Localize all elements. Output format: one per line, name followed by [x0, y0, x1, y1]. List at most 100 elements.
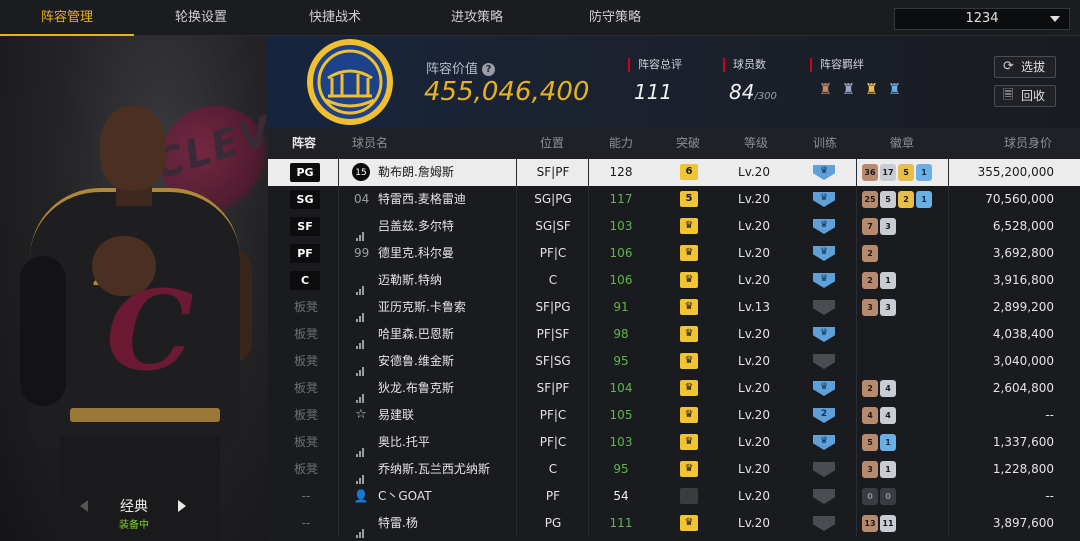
table-row[interactable]: 板凳 安德鲁.维金斯 SF|SG 95 ♛ Lv.20 ♛ 3,040,000 — [268, 348, 1080, 376]
player-worth: 2,899,200 — [992, 300, 1054, 314]
badge-count-bronze[interactable]: 7 — [862, 218, 878, 235]
synergy-icons: ♜ ♜ ♜ ♜ — [816, 80, 904, 99]
tab-offense-strategy[interactable]: 进攻策略 — [410, 0, 544, 36]
badge-count-dark[interactable]: 0 — [880, 488, 896, 505]
header-ability[interactable]: 能力 — [609, 128, 633, 159]
player-level: Lv.20 — [738, 327, 770, 341]
badge-count-silver[interactable]: 1 — [880, 272, 896, 289]
badge-count-blue[interactable]: 1 — [880, 434, 896, 451]
help-icon[interactable]: ? — [482, 63, 496, 76]
lineup-rating-label: 阵容总评 — [628, 58, 682, 72]
table-row[interactable]: PF 99 德里克.科尔曼 PF|C 106 ♛ Lv.20 ♛ 2 3,692,800 — [268, 240, 1080, 267]
tab-lineup-management[interactable]: 阵容管理 — [0, 0, 134, 36]
training-shield-icon[interactable]: ♛ — [813, 246, 835, 261]
badge-count-silver[interactable]: 11 — [880, 515, 896, 532]
header-worth[interactable]: 球员身价 — [1004, 128, 1052, 159]
badge-count-bronze[interactable]: 2 — [862, 380, 878, 397]
player-name[interactable]: 迈勒斯.特纳 — [378, 267, 442, 294]
header-breakthrough[interactable]: 突破 — [676, 128, 700, 159]
badge-count-bronze[interactable]: 2 — [862, 245, 878, 262]
player-name[interactable]: 特雷.杨 — [378, 510, 418, 537]
badge-count-silver[interactable]: 3 — [880, 299, 896, 316]
recycle-button[interactable]: 🗏 回收 — [994, 85, 1056, 107]
pick-button[interactable]: ⟳ 选拔 — [994, 56, 1056, 78]
badge-count-bronze[interactable]: 2 — [862, 272, 878, 289]
player-name[interactable]: 亚历克斯.卡鲁索 — [378, 294, 466, 321]
training-empty-shield-icon[interactable]: ♛ — [813, 300, 835, 315]
player-name[interactable]: 哈里森.巴恩斯 — [378, 321, 454, 348]
badge-count-dark[interactable]: 0 — [862, 488, 878, 505]
training-empty-shield-icon[interactable]: ♛ — [813, 516, 835, 531]
lineup-synergy-stat: 阵容羁绊 ♜ ♜ ♜ ♜ — [810, 58, 904, 99]
synergy-icon-3[interactable]: ♜ — [862, 80, 881, 99]
player-name[interactable]: 吕盖兹.多尔特 — [378, 213, 454, 240]
table-row[interactable]: 板凳 亚历克斯.卡鲁索 SF|PG 91 ♛ Lv.13 ♛ 3 3 2,899,200 — [268, 294, 1080, 322]
table-row[interactable]: C 迈勒斯.特纳 C 106 ♛ Lv.20 ♛ 2 1 3,916,800 — [268, 267, 1080, 295]
table-row[interactable]: -- 特雷.杨 PG 111 ♛ Lv.20 ♛ 13 11 3,897,600 — [268, 510, 1080, 538]
player-badges: 24 — [862, 380, 896, 397]
table-row[interactable]: 板凳 狄龙.布鲁克斯 SF|PF 104 ♛ Lv.20 ♛ 2 4 2,604,800 — [268, 375, 1080, 403]
player-name[interactable]: 特雷西.麦格雷迪 — [378, 186, 466, 213]
tab-rotation-settings[interactable]: 轮换设置 — [134, 0, 268, 36]
training-empty-shield-icon[interactable]: ♛ — [813, 354, 835, 369]
player-name[interactable]: 奥比.托平 — [378, 429, 430, 456]
header-level[interactable]: 等级 — [744, 128, 768, 159]
badge-count-silver[interactable]: 4 — [880, 407, 896, 424]
synergy-icon-2[interactable]: ♜ — [839, 80, 858, 99]
badge-count-gold[interactable]: 2 — [898, 191, 914, 208]
header-name[interactable]: 球员名 — [352, 128, 388, 159]
jersey-style-switcher: 经典 装备中 — [0, 496, 268, 541]
badge-count-bronze[interactable]: 36 — [862, 164, 878, 181]
training-shield-icon[interactable]: ♛ — [813, 219, 835, 234]
training-empty-shield-icon[interactable]: ♛ — [813, 462, 835, 477]
table-row[interactable]: 板凳 哈里森.巴恩斯 PF|SF 98 ♛ Lv.20 ♛ 4,038,400 — [268, 321, 1080, 349]
tab-quick-tactics[interactable]: 快捷战术 — [268, 0, 402, 36]
player-name[interactable]: 德里克.科尔曼 — [378, 240, 454, 267]
player-name[interactable]: 易建联 — [378, 402, 414, 429]
training-empty-shield-icon[interactable]: ♛ — [813, 489, 835, 504]
player-name[interactable]: 狄龙.布鲁克斯 — [378, 375, 454, 402]
badge-count-bronze[interactable]: 3 — [862, 461, 878, 478]
header-badges[interactable]: 徽章 — [890, 128, 914, 159]
badge-count-bronze[interactable]: 5 — [862, 434, 878, 451]
player-name[interactable]: 乔纳斯.瓦兰西尤纳斯 — [378, 456, 490, 483]
badge-count-bronze[interactable]: 3 — [862, 299, 878, 316]
synergy-icon-1[interactable]: ♜ — [816, 80, 835, 99]
training-level-shield[interactable]: 2 — [813, 408, 835, 423]
table-row[interactable]: SF 吕盖兹.多尔特 SG|SF 103 ♛ Lv.20 ♛ 7 3 6,528,000 — [268, 213, 1080, 241]
breakthrough-level-badge: 5 — [680, 191, 698, 207]
header-training[interactable]: 训练 — [813, 128, 837, 159]
badge-count-bronze[interactable]: 25 — [862, 191, 878, 208]
training-shield-icon[interactable]: ♛ — [813, 435, 835, 450]
badge-count-bronze[interactable]: 4 — [862, 407, 878, 424]
badge-count-silver[interactable]: 5 — [880, 191, 896, 208]
lineup-select[interactable]: 1234 — [894, 8, 1070, 30]
player-name[interactable]: C丶GOAT — [378, 483, 432, 510]
badge-count-bronze[interactable]: 13 — [862, 515, 878, 532]
arrow-right-icon[interactable] — [178, 500, 186, 512]
header-position[interactable]: 位置 — [540, 128, 564, 159]
badge-count-silver[interactable]: 17 — [880, 164, 896, 181]
table-row[interactable]: SG 04 特雷西.麦格雷迪 SG|PG 117 5 Lv.20 ♛ 25 5 2 1 70,560,0… — [268, 186, 1080, 213]
training-shield-icon[interactable]: ♛ — [813, 273, 835, 288]
player-name[interactable]: 勒布朗.詹姆斯 — [378, 159, 454, 186]
training-shield-icon[interactable]: ♛ — [813, 327, 835, 342]
table-row[interactable]: 板凳 ☆ 易建联 PF|C 105 ♛ Lv.20 2 4 4 -- — [268, 402, 1080, 429]
table-row[interactable]: 板凳 乔纳斯.瓦兰西尤纳斯 C 95 ♛ Lv.20 ♛ 3 1 1,228,800 — [268, 456, 1080, 484]
badge-count-blue[interactable]: 1 — [916, 164, 932, 181]
table-row[interactable]: 板凳 奥比.托平 PF|C 103 ♛ Lv.20 ♛ 5 1 1,337,600 — [268, 429, 1080, 457]
synergy-icon-4[interactable]: ♜ — [885, 80, 904, 99]
badge-count-silver[interactable]: 3 — [880, 218, 896, 235]
badge-count-silver[interactable]: 1 — [880, 461, 896, 478]
badge-count-blue[interactable]: 1 — [916, 191, 932, 208]
table-row[interactable]: PG 15 勒布朗.詹姆斯 SF|PF 128 6 Lv.20 ♛ 36 17 5 1 355,200,… — [268, 159, 1080, 186]
player-name[interactable]: 安德鲁.维金斯 — [378, 348, 454, 375]
training-shield-icon[interactable]: ♛ — [813, 381, 835, 396]
badge-count-silver[interactable]: 4 — [880, 380, 896, 397]
header-lineup[interactable]: 阵容 — [292, 128, 316, 159]
badge-count-gold[interactable]: 5 — [898, 164, 914, 181]
tab-defense-strategy[interactable]: 防守策略 — [548, 0, 682, 36]
training-shield-icon[interactable]: ♛ — [813, 165, 835, 180]
training-shield-icon[interactable]: ♛ — [813, 192, 835, 207]
table-row[interactable]: -- 👤 C丶GOAT PF 54 ♛ Lv.20 ♛ 0 0 -- — [268, 483, 1080, 510]
